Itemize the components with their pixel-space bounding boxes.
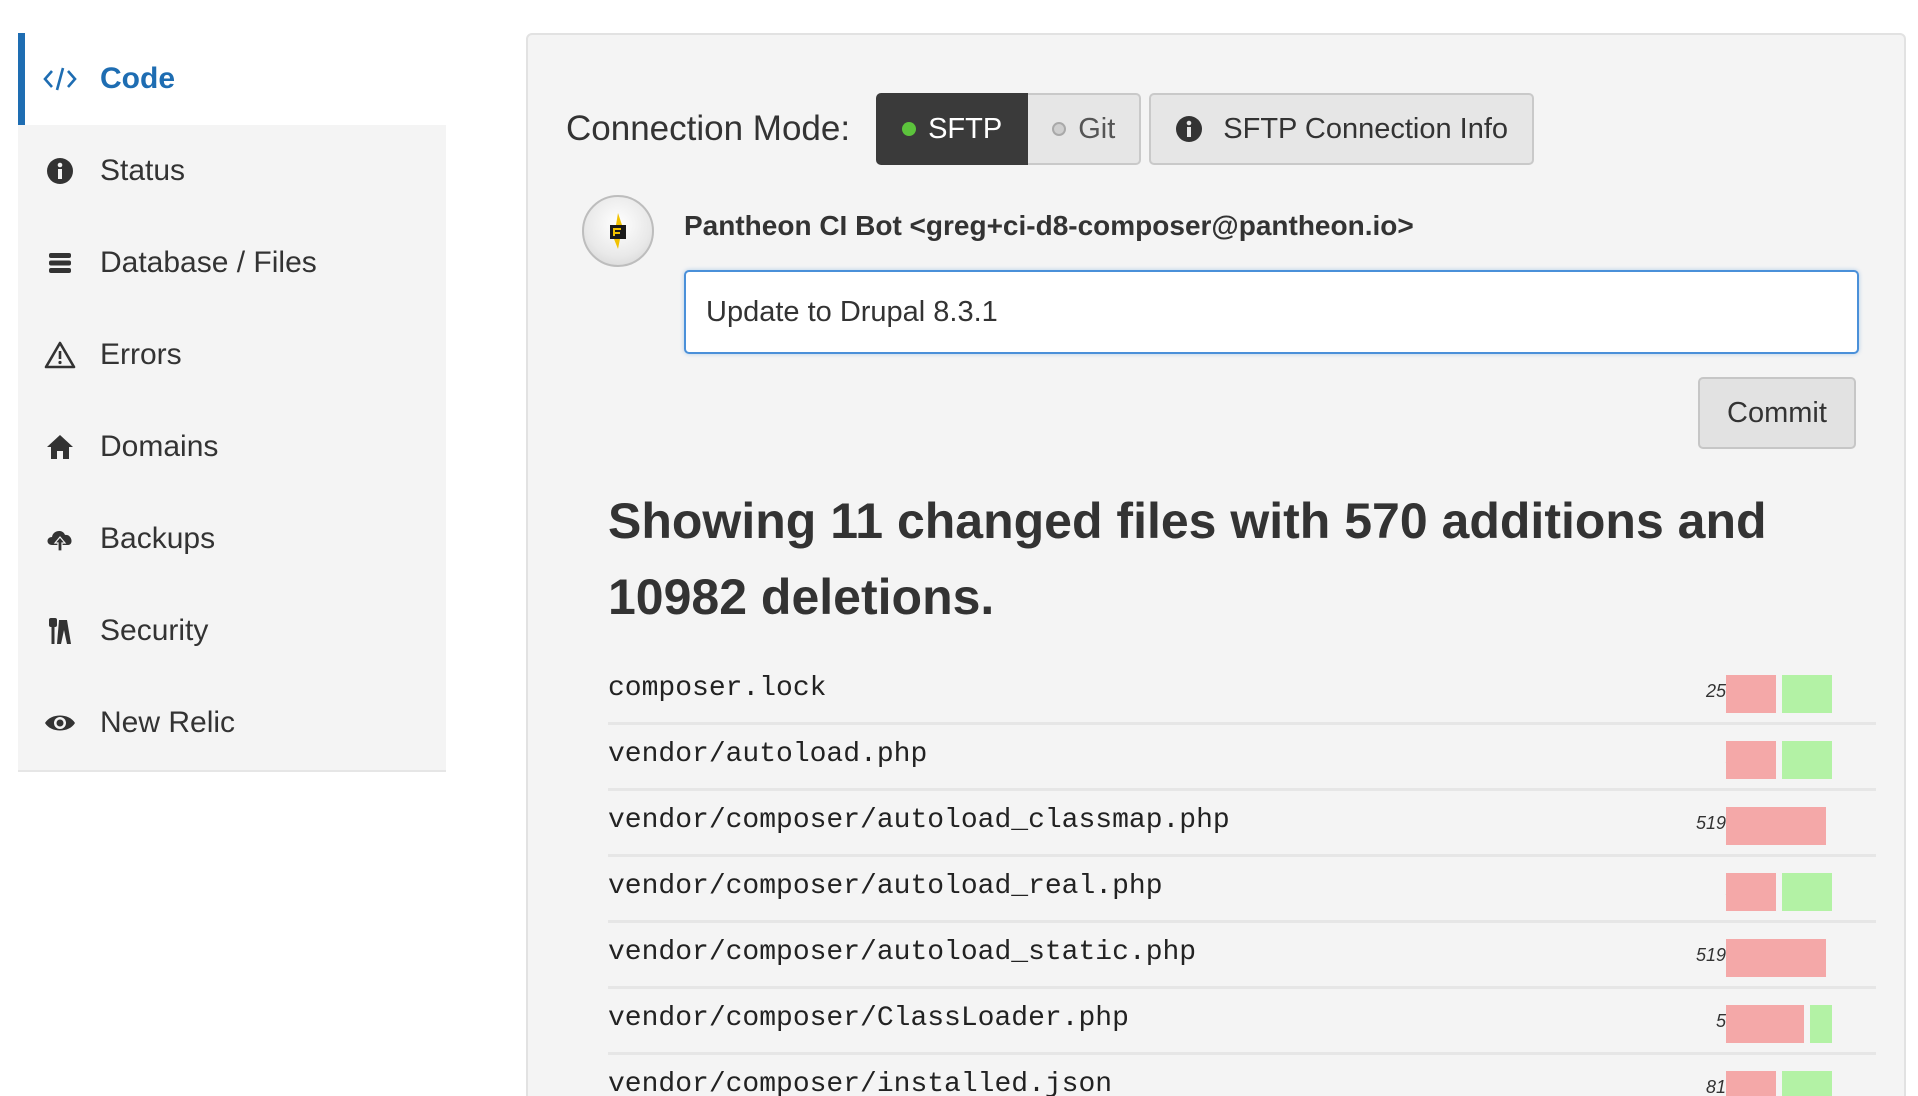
file-row[interactable]: vendor/composer/autoload_real.php2 bbox=[608, 857, 1876, 923]
additions-bar bbox=[1782, 873, 1832, 911]
file-name: vendor/composer/autoload_static.php bbox=[608, 937, 1197, 968]
deletions-bar bbox=[1726, 741, 1776, 779]
additions-bar bbox=[1782, 675, 1832, 713]
file-row[interactable]: vendor/composer/installed.json 818 bbox=[608, 1055, 1876, 1096]
active-dot-icon bbox=[902, 122, 917, 136]
deletions-bar bbox=[1726, 807, 1826, 845]
home-icon bbox=[42, 429, 78, 465]
code-icon bbox=[42, 61, 78, 97]
additions-bar bbox=[1782, 741, 1832, 779]
git-mode-button[interactable]: Git bbox=[1028, 93, 1142, 165]
file-row[interactable]: vendor/composer/autoload_classmap.php 519… bbox=[608, 791, 1876, 857]
sidebar-item-errors[interactable]: Errors bbox=[18, 309, 446, 401]
file-name: vendor/composer/autoload_classmap.php bbox=[608, 805, 1230, 836]
sidebar-item-domains[interactable]: Domains bbox=[18, 401, 446, 493]
file-name: vendor/composer/ClassLoader.php bbox=[608, 1003, 1129, 1034]
file-name: vendor/autoload.php bbox=[608, 739, 928, 770]
avatar bbox=[582, 195, 654, 267]
inactive-dot-icon bbox=[1052, 122, 1067, 136]
sidebar-item-label: Database / Files bbox=[100, 246, 317, 279]
deletions-bar bbox=[1726, 675, 1776, 713]
pantheon-logo-icon bbox=[610, 213, 626, 249]
file-name: vendor/composer/autoload_real.php bbox=[608, 871, 1163, 902]
sidebar-item-label: Security bbox=[100, 614, 209, 647]
connection-mode-toggle: SFTP Git bbox=[876, 93, 1142, 165]
sidebar-item-label: Status bbox=[100, 154, 186, 187]
eye-icon bbox=[42, 705, 78, 741]
database-icon bbox=[42, 245, 78, 281]
commit-author: Pantheon CI Bot <greg+ci-d8-composer@pan… bbox=[684, 210, 1414, 241]
sftp-mode-button[interactable]: SFTP bbox=[876, 93, 1029, 165]
sidebar: Code Status Database / Files Errors Doma… bbox=[18, 33, 446, 772]
sidebar-item-backups[interactable]: Backups bbox=[18, 493, 446, 585]
deletions-bar bbox=[1726, 1071, 1776, 1096]
sidebar-item-label: Backups bbox=[100, 522, 216, 555]
changes-summary: Showing 11 changed files with 570 additi… bbox=[608, 493, 1767, 625]
commit-message-input[interactable] bbox=[684, 270, 1859, 354]
sidebar-item-code[interactable]: Code bbox=[18, 33, 446, 125]
file-name: composer.lock bbox=[608, 673, 827, 704]
file-row[interactable]: vendor/composer/autoload_static.php 5199 bbox=[608, 923, 1876, 989]
code-panel: Connection Mode: SFTP Git SFTP Connectio… bbox=[526, 33, 1906, 1096]
deletions-bar bbox=[1726, 1005, 1804, 1043]
sftp-connection-info-label: SFTP Connection Info bbox=[1223, 112, 1509, 145]
sidebar-item-security[interactable]: Security bbox=[18, 585, 446, 677]
additions-bar bbox=[1810, 1005, 1832, 1043]
deletions-bar bbox=[1726, 873, 1776, 911]
sidebar-item-label: Errors bbox=[100, 338, 182, 371]
deletions-bar bbox=[1726, 939, 1826, 977]
info-circle-icon bbox=[1175, 115, 1203, 143]
file-row[interactable]: vendor/autoload.php2 bbox=[608, 725, 1876, 791]
sidebar-item-status[interactable]: Status bbox=[18, 125, 446, 217]
file-row[interactable]: composer.lock 253 bbox=[608, 659, 1876, 725]
file-row[interactable]: vendor/composer/ClassLoader.php58 bbox=[608, 989, 1876, 1055]
git-mode-label: Git bbox=[1078, 112, 1116, 145]
connection-mode-label: Connection Mode: bbox=[566, 109, 851, 148]
commit-button[interactable]: Commit bbox=[1698, 377, 1856, 449]
security-icon bbox=[42, 613, 78, 649]
additions-bar bbox=[1782, 1071, 1832, 1096]
sftp-mode-label: SFTP bbox=[928, 112, 1003, 145]
sidebar-item-database-files[interactable]: Database / Files bbox=[18, 217, 446, 309]
sidebar-item-label: Code bbox=[100, 62, 175, 95]
file-name: vendor/composer/installed.json bbox=[608, 1069, 1113, 1096]
changed-files-list: composer.lock253vendor/autoload.php2vend… bbox=[608, 659, 1876, 1096]
sidebar-item-label: Domains bbox=[100, 430, 219, 463]
warning-icon bbox=[42, 337, 78, 373]
sidebar-item-label: New Relic bbox=[100, 706, 236, 739]
cloud-upload-icon bbox=[42, 521, 78, 557]
sidebar-item-new-relic[interactable]: New Relic bbox=[18, 677, 446, 769]
info-circle-icon bbox=[42, 153, 78, 189]
sftp-connection-info-button[interactable]: SFTP Connection Info bbox=[1149, 93, 1535, 165]
connection-mode-row: Connection Mode: SFTP Git SFTP Connectio… bbox=[566, 93, 1535, 165]
